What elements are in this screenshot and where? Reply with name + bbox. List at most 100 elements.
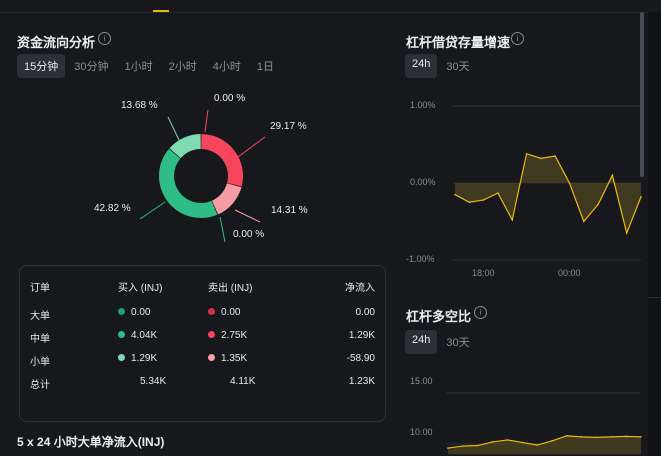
sell-value: 1.35K [221,353,248,364]
sell-dot [208,331,215,338]
data-point [447,447,449,449]
buy-value: 4.04K [131,330,158,341]
data-point [506,439,509,441]
tab-30d[interactable]: 30天 [439,330,476,354]
info-icon[interactable]: i [98,32,111,45]
data-point [625,232,628,234]
leader-line [167,116,181,143]
leader-line [139,201,166,220]
data-point [597,203,599,206]
sell-value: 0.00 [221,307,241,318]
row-name: 小单 [30,357,50,368]
net-value: 1.23K [348,376,375,387]
area-fill [455,153,641,234]
slice-label-large-sell: 0.00 % [214,93,246,104]
leverage-panel: 杠杆借贷存量增速 i 24h 30天 1.00% 0.00% -1.00% 18… [398,12,661,456]
sell-dot [208,308,215,315]
info-icon[interactable]: i [474,306,487,319]
data-point [511,219,514,221]
info-icon[interactable]: i [511,32,524,45]
header-net: 净流入 [345,283,375,294]
data-point [525,152,528,155]
right-edge-panel [648,12,661,456]
table-row: 小单 1.29K 1.35K -58.90 [30,353,375,369]
buy-value: 0.00 [131,307,151,318]
data-point [568,182,571,184]
edge-divider [648,297,661,298]
buy-value: 1.29K [131,353,158,364]
table-row: 大单 0.00 0.00 0.00 [30,307,375,323]
donut-slice [159,148,218,218]
tab-30m[interactable]: 30分钟 [67,54,115,78]
leader-line [234,209,261,223]
data-point [595,436,598,439]
data-point [611,174,614,177]
leader-line [237,136,266,158]
data-point [540,157,542,160]
buy-dot [118,331,125,338]
data-point [640,196,642,198]
table-row: 中单 4.04K 2.75K 1.29K [30,330,375,346]
net-value: -58.90 [346,353,375,364]
sell-dot [208,354,215,361]
tab-24h[interactable]: 24h [405,330,438,354]
data-point [491,441,494,443]
slice-label-medium-buy: 42.82 % [94,203,131,214]
long-short-chart [446,392,642,455]
sell-value: 2.75K [221,330,248,341]
long-short-title: 杠杆多空比 [406,309,472,324]
slice-label-small-buy: 13.68 % [121,100,158,111]
data-point [468,201,471,204]
slice-label-medium-sell: 29.17 % [270,121,307,132]
sell-value: 4.11K [230,376,256,387]
long-short-tabs: 24h 30天 [405,330,477,354]
table-row-total: 总计 5.34K 4.11K 1.23K [30,376,375,392]
data-point [580,436,583,438]
data-point [610,436,613,438]
header-order: 订单 [30,283,50,294]
data-point [521,441,524,444]
tab-1h[interactable]: 1小时 [118,54,160,78]
leader-line [204,109,209,133]
data-point [462,445,464,447]
data-point [551,440,553,442]
table-header: 订单 买入 (INJ) 卖出 (INJ) 净流入 [30,279,375,295]
data-point [640,436,642,438]
net-value: 0.00 [355,307,375,318]
slice-label-small-sell: 14.31 % [271,205,308,216]
tab-4h[interactable]: 4小时 [206,54,248,78]
tab-24h[interactable]: 24h [405,54,438,78]
data-point [482,199,485,201]
header-sell: 卖出 (INJ) [208,283,253,294]
scrollbar[interactable] [640,12,644,177]
net-value: 1.29K [348,330,375,341]
row-name: 中单 [30,334,50,345]
tab-30d[interactable]: 30天 [439,54,476,78]
money-flow-panel: 资金流向分析 i 15分钟 30分钟 1小时 2小时 4小时 1日 0.00 %… [0,12,398,456]
money-flow-title: 资金流向分析 [17,35,96,50]
money-flow-timeframe-tabs: 15分钟 30分钟 1小时 2小时 4小时 1日 [17,54,281,78]
data-point [565,435,568,437]
data-point [454,193,456,196]
buy-dot [118,354,125,361]
buy-value: 5.34K [140,376,167,387]
leader-line [219,216,226,243]
donut-slice [201,134,243,187]
data-point [554,155,556,157]
row-name: 总计 [30,380,50,391]
leverage-growth-tabs: 24h 30天 [405,54,477,78]
data-point [476,444,479,447]
tab-2h[interactable]: 2小时 [162,54,204,78]
row-name: 大单 [30,311,50,322]
data-point [625,435,627,438]
order-flow-table: 订单 买入 (INJ) 卖出 (INJ) 净流入 大单 0.00 0.00 0.… [19,265,386,422]
donut-slice [211,183,242,215]
buy-dot [118,308,125,315]
slice-label-large-buy: 0.00 % [233,229,265,240]
tab-15m[interactable]: 15分钟 [17,54,66,78]
leverage-growth-chart [453,105,642,261]
tab-1d[interactable]: 1日 [250,54,281,78]
header-buy: 买入 (INJ) [118,283,163,294]
data-point [536,444,538,446]
data-point [497,192,499,194]
